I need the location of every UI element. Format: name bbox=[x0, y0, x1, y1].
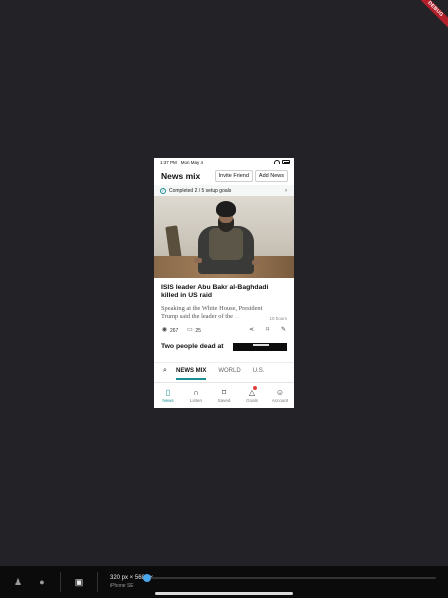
zoom-slider-knob[interactable] bbox=[143, 574, 151, 582]
app-bar: News mix Invite Friend Add News bbox=[154, 166, 294, 185]
article-card[interactable]: ISIS leader Abu Bakr al-Baghdadi killed … bbox=[154, 278, 294, 352]
summary-line-2: Trump said the leader of the bbox=[161, 312, 233, 320]
views-value: 267 bbox=[170, 327, 179, 334]
status-time: 1:37 PM bbox=[160, 159, 177, 165]
search-icon[interactable]: ⌕ bbox=[154, 367, 176, 375]
nav-news-label: News bbox=[162, 398, 174, 403]
next-article-thumbnail[interactable] bbox=[233, 342, 287, 351]
status-date: Mon May 4 bbox=[180, 159, 204, 165]
bookmark-icon: ⌑ bbox=[221, 388, 227, 397]
tab-world[interactable]: WORLD bbox=[218, 363, 240, 380]
article-time: 10 hours bbox=[267, 315, 287, 321]
next-article[interactable]: Two people dead at bbox=[161, 342, 287, 352]
edit-icon[interactable]: ✎ bbox=[280, 327, 287, 334]
tab-news-mix[interactable]: NEWS MIX bbox=[176, 363, 207, 380]
nav-goals[interactable]: △ Goals bbox=[238, 383, 266, 408]
bookmark-icon[interactable]: ⌑ bbox=[264, 327, 271, 334]
apple-icon[interactable]: ● bbox=[30, 570, 54, 594]
article-actions: ◉ 267 ▭ 25 ⋖ ⌑ ✎ bbox=[161, 326, 287, 336]
bottom-navigation: ▯ News ∩ Listen ⌑ Saved △ Goals ☺ Accoun… bbox=[154, 382, 294, 408]
book-icon: ▯ bbox=[165, 388, 171, 397]
eye-icon: ◉ bbox=[161, 327, 168, 334]
android-icon[interactable]: ♟ bbox=[6, 570, 30, 594]
status-bar: 1:37 PM Mon May 4 bbox=[154, 158, 294, 166]
nav-news[interactable]: ▯ News bbox=[154, 383, 182, 408]
tab-us[interactable]: U.S. bbox=[253, 363, 265, 380]
debug-banner-label: DEBUG bbox=[413, 0, 448, 32]
views-count[interactable]: ◉ 267 bbox=[161, 327, 178, 334]
comments-button[interactable]: ▭ 25 bbox=[186, 327, 201, 334]
camera-icon[interactable]: ▣ bbox=[67, 570, 91, 594]
setup-goals-text: Completed 2 / 5 setup goals bbox=[169, 187, 232, 194]
nav-listen-label: Listen bbox=[189, 398, 202, 403]
summary-line-1: Speaking at the White House, President bbox=[161, 304, 263, 312]
summary-fade: … bbox=[233, 312, 241, 320]
battery-icon bbox=[282, 160, 290, 164]
page-title: News mix bbox=[161, 170, 201, 181]
wifi-icon bbox=[274, 160, 280, 164]
chevron-right-icon: › bbox=[285, 187, 287, 194]
zoom-slider[interactable] bbox=[143, 574, 436, 582]
notification-badge bbox=[253, 386, 257, 390]
setup-goals-banner[interactable]: ✓ Completed 2 / 5 setup goals › bbox=[154, 185, 294, 196]
nav-account[interactable]: ☺ Account bbox=[266, 383, 294, 408]
nav-listen[interactable]: ∩ Listen bbox=[182, 383, 210, 408]
home-indicator bbox=[155, 592, 293, 595]
device-model: iPhone SE bbox=[110, 583, 134, 589]
article-headline[interactable]: ISIS leader Abu Bakr al-Baghdadi killed … bbox=[161, 284, 287, 301]
comment-icon: ▭ bbox=[187, 327, 193, 334]
comments-value: 25 bbox=[195, 327, 201, 334]
share-icon[interactable]: ⋖ bbox=[248, 327, 255, 334]
category-tabs: ⌕ NEWS MIX WORLD U.S. bbox=[154, 362, 294, 380]
nav-saved[interactable]: ⌑ Saved bbox=[210, 383, 238, 408]
headphones-icon: ∩ bbox=[193, 388, 199, 397]
person-icon: ☺ bbox=[275, 388, 285, 397]
phone-screen: 1:37 PM Mon May 4 News mix Invite Friend… bbox=[154, 158, 294, 408]
debug-banner: DEBUG bbox=[408, 0, 448, 40]
invite-friend-button[interactable]: Invite Friend bbox=[214, 169, 253, 182]
nav-goals-label: Goals bbox=[246, 398, 258, 403]
nav-account-label: Account bbox=[271, 398, 289, 403]
check-circle-icon: ✓ bbox=[160, 187, 166, 194]
nav-saved-label: Saved bbox=[217, 398, 231, 403]
next-article-headline[interactable]: Two people dead at bbox=[161, 343, 233, 350]
article-image[interactable] bbox=[154, 196, 294, 278]
add-news-button[interactable]: Add News bbox=[254, 169, 288, 182]
